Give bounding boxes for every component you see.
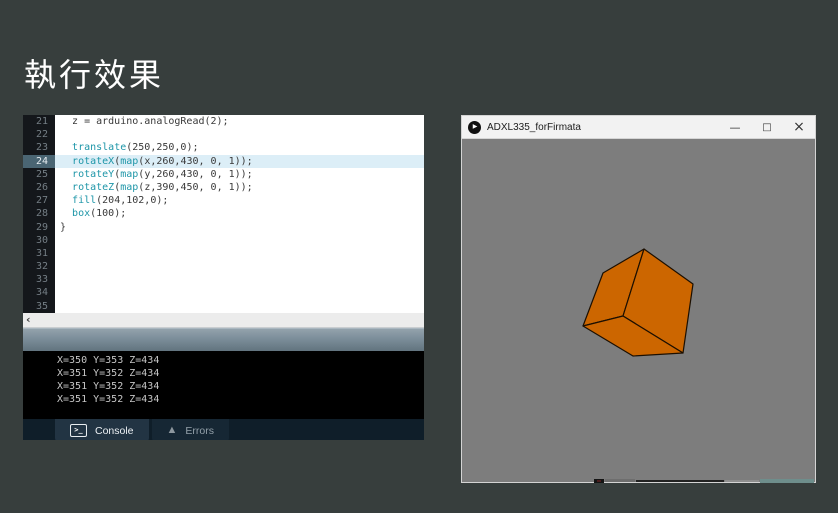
- console-tabbar: >_ Console ▲ Errors: [23, 419, 424, 440]
- render-artifact: [636, 480, 724, 482]
- line-number: 22: [35, 129, 48, 141]
- minimize-button[interactable]: —: [719, 117, 751, 138]
- code-line[interactable]: [55, 300, 424, 313]
- page-title: 執行效果: [24, 57, 165, 93]
- render-artifact: [760, 479, 814, 483]
- editor-gutter: 21 22 23 24 25 26 27 28 29 30 31 32 33 34 35: [23, 115, 55, 313]
- horizontal-scrollbar[interactable]: ‹: [23, 313, 424, 328]
- close-button[interactable]: ×: [783, 117, 815, 138]
- line-number: 33: [35, 274, 48, 286]
- line-number: 26: [35, 181, 48, 193]
- sketch-canvas: [462, 139, 815, 483]
- slide: 執行效果 21 22 23 24 25 26 27 28 29 30 31 32 33 34 35 z = …: [0, 0, 838, 513]
- sketch-titlebar: ▶ ADXL335_forFirmata — □ ×: [462, 116, 815, 139]
- tab-console[interactable]: >_ Console: [55, 419, 149, 440]
- message-strip: [23, 328, 424, 351]
- console-output: X=350 Y=353 Z=434 X=351 Y=352 Z=434 X=351 …: [23, 351, 424, 419]
- line-number: 31: [35, 247, 48, 259]
- line-number: 21: [35, 116, 48, 127]
- code-line[interactable]: rotateX(map(x,260,430, 0, 1));: [55, 154, 424, 168]
- line-number: 23: [35, 142, 48, 154]
- code-line[interactable]: box(100);: [55, 207, 424, 220]
- code-line[interactable]: [55, 286, 424, 299]
- line-number: 35: [35, 300, 48, 312]
- code-line[interactable]: [55, 234, 424, 247]
- console-line: X=351 Y=352 Z=434: [57, 368, 160, 379]
- code-line[interactable]: fill(204,102,0);: [55, 194, 424, 207]
- maximize-button[interactable]: □: [751, 117, 783, 138]
- scroll-left-icon[interactable]: ‹: [23, 314, 31, 326]
- line-number: 34: [35, 287, 48, 299]
- code-line[interactable]: translate(250,250,0);: [55, 141, 424, 154]
- cube-3d: [582, 248, 694, 357]
- render-artifact: [597, 480, 601, 482]
- line-number: 28: [35, 208, 48, 220]
- line-number: 30: [35, 234, 48, 246]
- window-title: ADXL335_forFirmata: [487, 121, 581, 133]
- code-line[interactable]: [55, 128, 424, 141]
- line-number: 24: [23, 154, 55, 168]
- warning-triangle-icon: ▲: [166, 424, 178, 436]
- console-line: X=351 Y=352 Z=434: [57, 394, 160, 405]
- code-line[interactable]: [55, 273, 424, 286]
- editor-code[interactable]: z = arduino.analogRead(2); translate(250…: [55, 115, 424, 313]
- sketch-window: ▶ ADXL335_forFirmata — □ ×: [461, 115, 816, 483]
- console-line: X=350 Y=353 Z=434: [57, 355, 160, 366]
- console-line: X=351 Y=352 Z=434: [57, 381, 160, 392]
- code-line[interactable]: rotateY(map(y,260,430, 0, 1));: [55, 168, 424, 181]
- render-artifact: [725, 480, 759, 482]
- code-line[interactable]: z = arduino.analogRead(2);: [55, 115, 424, 128]
- console-prompt-icon: >_: [70, 424, 87, 437]
- tab-label: Errors: [185, 424, 215, 437]
- line-number: 29: [35, 221, 48, 233]
- code-line[interactable]: }: [55, 221, 424, 234]
- line-number: 27: [35, 195, 48, 207]
- processing-ide-panel: 21 22 23 24 25 26 27 28 29 30 31 32 33 34 35 z = ardui…: [23, 115, 424, 440]
- render-artifact: [605, 479, 635, 482]
- tab-label: Console: [95, 424, 134, 437]
- line-number: 32: [35, 261, 48, 273]
- tab-errors[interactable]: ▲ Errors: [151, 419, 230, 440]
- code-line[interactable]: [55, 247, 424, 260]
- code-line[interactable]: [55, 260, 424, 273]
- line-number: 25: [35, 168, 48, 180]
- play-icon: ▶: [468, 120, 481, 134]
- code-line[interactable]: rotateZ(map(z,390,450, 0, 1));: [55, 181, 424, 194]
- code-editor[interactable]: 21 22 23 24 25 26 27 28 29 30 31 32 33 34 35 z = ardui…: [23, 115, 424, 313]
